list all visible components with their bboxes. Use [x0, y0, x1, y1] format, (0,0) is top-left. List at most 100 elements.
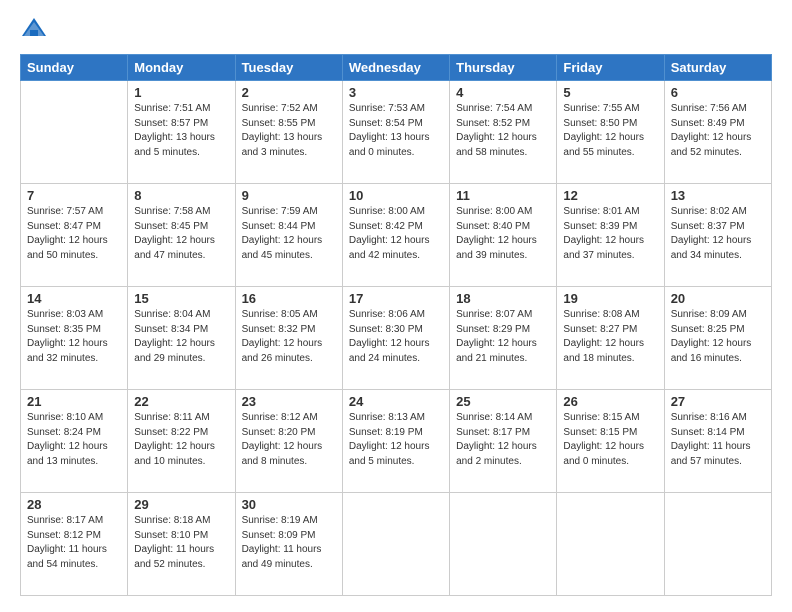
day-number: 27 [671, 394, 765, 409]
day-info: Sunrise: 8:03 AM Sunset: 8:35 PM Dayligh… [27, 308, 121, 366]
day-info: Sunrise: 8:05 AM Sunset: 8:32 PM Dayligh… [242, 308, 336, 366]
calendar-cell: 5 Sunrise: 7:55 AM Sunset: 8:50 PM Daylig… [557, 81, 664, 184]
calendar-table: SundayMondayTuesdayWednesdayThursdayFrid… [20, 54, 772, 596]
weekday-header-wednesday: Wednesday [342, 55, 449, 81]
day-info: Sunrise: 8:13 AM Sunset: 8:19 PM Dayligh… [349, 411, 443, 469]
day-info: Sunrise: 8:18 AM Sunset: 8:10 PM Dayligh… [134, 514, 228, 572]
calendar-cell [664, 493, 771, 596]
day-number: 18 [456, 291, 550, 306]
calendar-cell: 16 Sunrise: 8:05 AM Sunset: 8:32 PM Dayli… [235, 287, 342, 390]
calendar-cell [557, 493, 664, 596]
calendar-cell: 9 Sunrise: 7:59 AM Sunset: 8:44 PM Daylig… [235, 184, 342, 287]
calendar-cell: 27 Sunrise: 8:16 AM Sunset: 8:14 PM Dayli… [664, 390, 771, 493]
day-number: 20 [671, 291, 765, 306]
day-info: Sunrise: 7:52 AM Sunset: 8:55 PM Dayligh… [242, 102, 336, 160]
calendar-cell: 15 Sunrise: 8:04 AM Sunset: 8:34 PM Dayli… [128, 287, 235, 390]
header [20, 16, 772, 44]
weekday-header-thursday: Thursday [450, 55, 557, 81]
day-number: 10 [349, 188, 443, 203]
day-number: 30 [242, 497, 336, 512]
day-number: 8 [134, 188, 228, 203]
calendar-cell: 23 Sunrise: 8:12 AM Sunset: 8:20 PM Dayli… [235, 390, 342, 493]
weekday-header-sunday: Sunday [21, 55, 128, 81]
day-number: 11 [456, 188, 550, 203]
day-info: Sunrise: 7:55 AM Sunset: 8:50 PM Dayligh… [563, 102, 657, 160]
calendar-cell: 13 Sunrise: 8:02 AM Sunset: 8:37 PM Dayli… [664, 184, 771, 287]
week-row-3: 14 Sunrise: 8:03 AM Sunset: 8:35 PM Dayli… [21, 287, 772, 390]
calendar-cell: 20 Sunrise: 8:09 AM Sunset: 8:25 PM Dayli… [664, 287, 771, 390]
calendar-cell: 11 Sunrise: 8:00 AM Sunset: 8:40 PM Dayli… [450, 184, 557, 287]
calendar-cell: 3 Sunrise: 7:53 AM Sunset: 8:54 PM Daylig… [342, 81, 449, 184]
day-info: Sunrise: 8:00 AM Sunset: 8:40 PM Dayligh… [456, 205, 550, 263]
day-info: Sunrise: 8:09 AM Sunset: 8:25 PM Dayligh… [671, 308, 765, 366]
day-number: 12 [563, 188, 657, 203]
calendar-cell: 4Sunrise: 7:54 AM Sunset: 8:52 PM Daylig… [450, 81, 557, 184]
day-info: Sunrise: 8:02 AM Sunset: 8:37 PM Dayligh… [671, 205, 765, 263]
day-number: 7 [27, 188, 121, 203]
logo-icon [20, 16, 48, 44]
calendar-cell: 19 Sunrise: 8:08 AM Sunset: 8:27 PM Dayli… [557, 287, 664, 390]
day-info: Sunrise: 7:56 AM Sunset: 8:49 PM Dayligh… [671, 102, 765, 160]
calendar-cell: 6 Sunrise: 7:56 AM Sunset: 8:49 PM Daylig… [664, 81, 771, 184]
day-info: Sunrise: 8:16 AM Sunset: 8:14 PM Dayligh… [671, 411, 765, 469]
day-info: Sunrise: 8:00 AM Sunset: 8:42 PM Dayligh… [349, 205, 443, 263]
day-info: Sunrise: 8:08 AM Sunset: 8:27 PM Dayligh… [563, 308, 657, 366]
calendar-cell: 1 Sunrise: 7:51 AM Sunset: 8:57 PM Daylig… [128, 81, 235, 184]
calendar-cell [21, 81, 128, 184]
day-number: 21 [27, 394, 121, 409]
calendar-cell: 18 Sunrise: 8:07 AM Sunset: 8:29 PM Dayli… [450, 287, 557, 390]
weekday-header-row: SundayMondayTuesdayWednesdayThursdayFrid… [21, 55, 772, 81]
day-info: Sunrise: 8:19 AM Sunset: 8:09 PM Dayligh… [242, 514, 336, 572]
day-number: 19 [563, 291, 657, 306]
week-row-5: 28Sunrise: 8:17 AM Sunset: 8:12 PM Dayli… [21, 493, 772, 596]
day-info: Sunrise: 7:58 AM Sunset: 8:45 PM Dayligh… [134, 205, 228, 263]
day-info: Sunrise: 7:51 AM Sunset: 8:57 PM Dayligh… [134, 102, 228, 160]
day-number: 14 [27, 291, 121, 306]
day-info: Sunrise: 8:07 AM Sunset: 8:29 PM Dayligh… [456, 308, 550, 366]
calendar-cell: 25Sunrise: 8:14 AM Sunset: 8:17 PM Dayli… [450, 390, 557, 493]
day-info: Sunrise: 7:57 AM Sunset: 8:47 PM Dayligh… [27, 205, 121, 263]
calendar-cell: 29 Sunrise: 8:18 AM Sunset: 8:10 PM Dayli… [128, 493, 235, 596]
day-info: Sunrise: 8:17 AM Sunset: 8:12 PM Dayligh… [27, 514, 121, 572]
calendar-cell: 28Sunrise: 8:17 AM Sunset: 8:12 PM Dayli… [21, 493, 128, 596]
week-row-2: 7 Sunrise: 7:57 AM Sunset: 8:47 PM Daylig… [21, 184, 772, 287]
day-number: 26 [563, 394, 657, 409]
day-number: 22 [134, 394, 228, 409]
day-number: 29 [134, 497, 228, 512]
day-number: 1 [134, 85, 228, 100]
calendar-cell: 21 Sunrise: 8:10 AM Sunset: 8:24 PM Dayli… [21, 390, 128, 493]
day-info: Sunrise: 8:04 AM Sunset: 8:34 PM Dayligh… [134, 308, 228, 366]
calendar-cell: 12Sunrise: 8:01 AM Sunset: 8:39 PM Dayli… [557, 184, 664, 287]
calendar-cell: 30 Sunrise: 8:19 AM Sunset: 8:09 PM Dayli… [235, 493, 342, 596]
day-number: 9 [242, 188, 336, 203]
weekday-header-tuesday: Tuesday [235, 55, 342, 81]
day-number: 5 [563, 85, 657, 100]
day-info: Sunrise: 7:59 AM Sunset: 8:44 PM Dayligh… [242, 205, 336, 263]
calendar-cell [342, 493, 449, 596]
day-number: 17 [349, 291, 443, 306]
day-info: Sunrise: 8:06 AM Sunset: 8:30 PM Dayligh… [349, 308, 443, 366]
day-number: 16 [242, 291, 336, 306]
day-info: Sunrise: 8:15 AM Sunset: 8:15 PM Dayligh… [563, 411, 657, 469]
logo [20, 16, 52, 44]
calendar-cell: 14 Sunrise: 8:03 AM Sunset: 8:35 PM Dayli… [21, 287, 128, 390]
calendar-cell: 24 Sunrise: 8:13 AM Sunset: 8:19 PM Dayli… [342, 390, 449, 493]
calendar-cell: 2 Sunrise: 7:52 AM Sunset: 8:55 PM Daylig… [235, 81, 342, 184]
day-number: 2 [242, 85, 336, 100]
calendar-cell: 8 Sunrise: 7:58 AM Sunset: 8:45 PM Daylig… [128, 184, 235, 287]
weekday-header-monday: Monday [128, 55, 235, 81]
day-number: 24 [349, 394, 443, 409]
day-info: Sunrise: 8:10 AM Sunset: 8:24 PM Dayligh… [27, 411, 121, 469]
day-number: 23 [242, 394, 336, 409]
calendar-cell: 17 Sunrise: 8:06 AM Sunset: 8:30 PM Dayli… [342, 287, 449, 390]
day-number: 13 [671, 188, 765, 203]
page: SundayMondayTuesdayWednesdayThursdayFrid… [0, 0, 792, 612]
day-info: Sunrise: 8:11 AM Sunset: 8:22 PM Dayligh… [134, 411, 228, 469]
day-number: 15 [134, 291, 228, 306]
day-info: Sunrise: 7:53 AM Sunset: 8:54 PM Dayligh… [349, 102, 443, 160]
calendar-cell: 26 Sunrise: 8:15 AM Sunset: 8:15 PM Dayli… [557, 390, 664, 493]
day-number: 3 [349, 85, 443, 100]
weekday-header-saturday: Saturday [664, 55, 771, 81]
day-info: Sunrise: 8:12 AM Sunset: 8:20 PM Dayligh… [242, 411, 336, 469]
day-number: 6 [671, 85, 765, 100]
